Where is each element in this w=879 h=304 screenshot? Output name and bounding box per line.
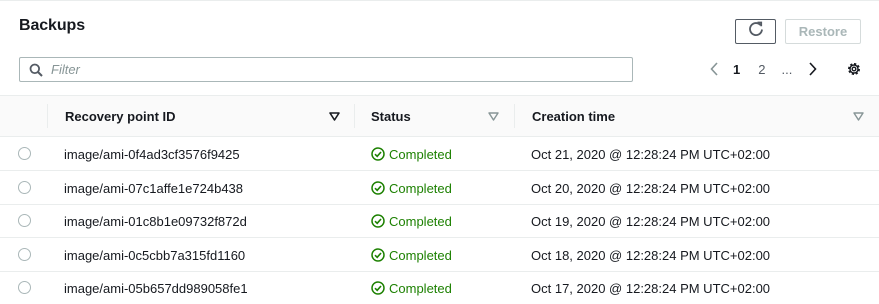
- chevron-right-icon[interactable]: [806, 59, 818, 79]
- caret-down-icon[interactable]: [487, 110, 499, 122]
- recovery-point-id: image/ami-07c1affe1e724b438: [64, 180, 244, 196]
- table-row[interactable]: image/ami-0f4ad3cf3576f9425 Completed Oc…: [0, 137, 879, 171]
- recovery-point-id: image/ami-0f4ad3cf3576f9425: [64, 146, 240, 162]
- row-select-radio[interactable]: [18, 147, 31, 160]
- column-header-status[interactable]: Status: [371, 96, 411, 136]
- status-cell: Completed: [371, 204, 452, 238]
- status-text: Completed: [389, 247, 452, 263]
- table-row[interactable]: image/ami-07c1affe1e724b438 Completed Oc…: [0, 171, 879, 205]
- page-title: Backups: [19, 17, 85, 34]
- check-circle-icon: [371, 281, 385, 295]
- column-header-recovery-point-id[interactable]: Recovery point ID: [65, 96, 176, 136]
- row-select-radio[interactable]: [18, 214, 31, 227]
- chevron-left-icon[interactable]: [708, 59, 720, 79]
- check-circle-icon: [371, 147, 385, 161]
- check-circle-icon: [371, 214, 385, 228]
- column-header-creation-time[interactable]: Creation time: [532, 96, 615, 136]
- status-text: Completed: [389, 180, 452, 196]
- status-cell: Completed: [371, 271, 452, 304]
- recovery-point-id: image/ami-05b657dd989058fe1: [64, 280, 248, 296]
- filter-input[interactable]: [51, 59, 632, 80]
- creation-time: Oct 17, 2020 @ 12:28:24 PM UTC+02:00: [531, 280, 771, 296]
- creation-time: Oct 21, 2020 @ 12:28:24 PM UTC+02:00: [531, 146, 771, 162]
- status-cell: Completed: [371, 137, 452, 171]
- table-row[interactable]: image/ami-05b657dd989058fe1 Completed Oc…: [0, 271, 879, 304]
- row-select-radio[interactable]: [18, 281, 31, 294]
- page-1[interactable]: 1: [733, 62, 740, 77]
- column-divider: [354, 104, 355, 128]
- restore-button[interactable]: Restore: [785, 19, 861, 44]
- row-select-radio[interactable]: [18, 248, 31, 261]
- creation-time: Oct 19, 2020 @ 12:28:24 PM UTC+02:00: [531, 213, 771, 229]
- refresh-button[interactable]: [735, 19, 776, 44]
- refresh-icon: [748, 21, 764, 42]
- recovery-point-id: image/ami-01c8b1e09732f872d: [64, 213, 247, 229]
- column-divider: [47, 104, 48, 128]
- search-icon: [29, 63, 43, 77]
- caret-down-icon[interactable]: [328, 110, 340, 122]
- caret-down-icon[interactable]: [852, 110, 864, 122]
- creation-time: Oct 20, 2020 @ 12:28:24 PM UTC+02:00: [531, 180, 771, 196]
- check-circle-icon: [371, 181, 385, 195]
- page-ellipsis: ...: [781, 61, 793, 77]
- creation-time: Oct 18, 2020 @ 12:28:24 PM UTC+02:00: [531, 247, 771, 263]
- status-cell: Completed: [371, 171, 452, 205]
- table-row[interactable]: image/ami-0c5cbb7a315fd1160 Completed Oc…: [0, 238, 879, 272]
- table-header: Recovery point ID Status Creation time: [0, 95, 879, 137]
- filter-input-container[interactable]: [19, 57, 633, 82]
- backups-panel: Backups Restore 1 2 ...: [0, 0, 879, 304]
- check-circle-icon: [371, 248, 385, 262]
- page-2[interactable]: 2: [758, 62, 765, 77]
- status-text: Completed: [389, 146, 452, 162]
- pagination: 1 2 ...: [708, 59, 818, 79]
- recovery-point-id: image/ami-0c5cbb7a315fd1160: [64, 247, 246, 263]
- status-text: Completed: [389, 213, 452, 229]
- status-text: Completed: [389, 280, 452, 296]
- row-select-radio[interactable]: [18, 181, 31, 194]
- table-row[interactable]: image/ami-01c8b1e09732f872d Completed Oc…: [0, 204, 879, 238]
- status-cell: Completed: [371, 238, 452, 272]
- gear-icon[interactable]: [845, 60, 863, 78]
- column-divider: [514, 104, 515, 128]
